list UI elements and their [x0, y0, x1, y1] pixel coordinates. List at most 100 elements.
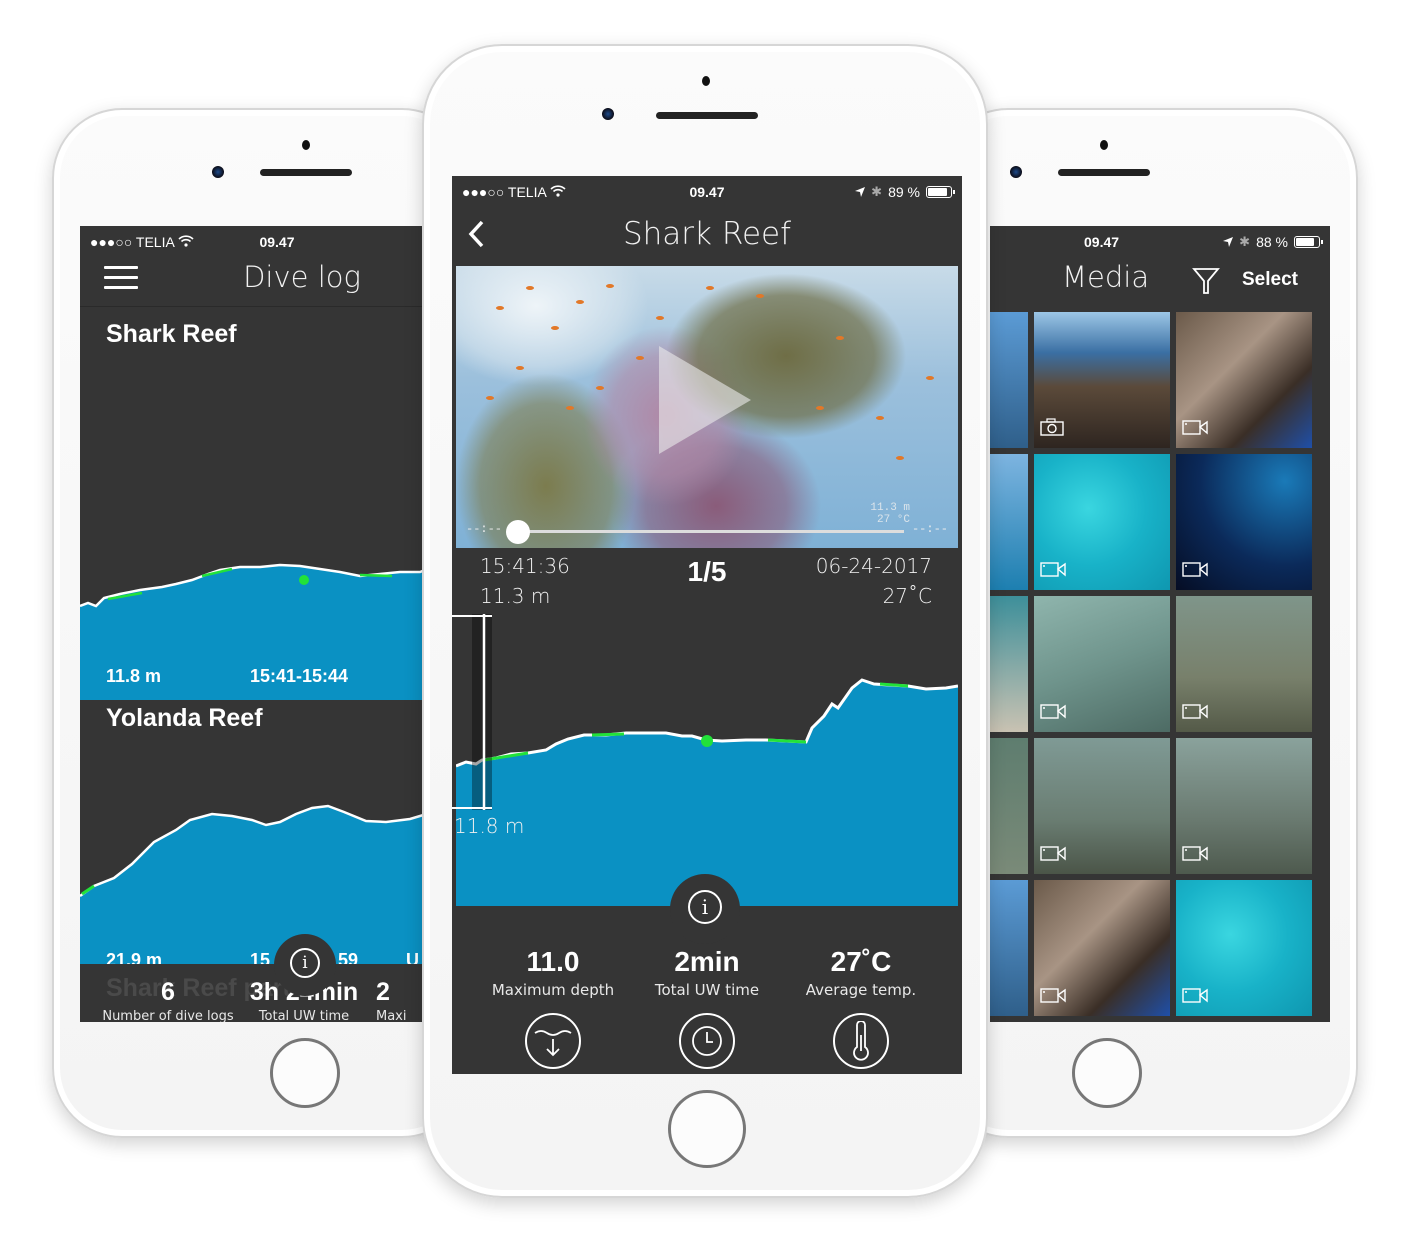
home-button[interactable]: [668, 1090, 746, 1168]
video-camera-icon: [1040, 704, 1066, 719]
status-bar: 09.47 ✱ 88 %: [990, 226, 1330, 256]
play-icon[interactable]: [659, 346, 751, 454]
fish: [756, 294, 764, 298]
info-icon: i: [688, 890, 722, 924]
media-thumbnail[interactable]: [1034, 312, 1170, 448]
fish: [876, 416, 884, 420]
battery-percent: 88 %: [1256, 234, 1288, 250]
front-camera: [602, 108, 614, 120]
depth-marker-label: 11.8 m: [454, 814, 525, 838]
media-thumbnail[interactable]: [1176, 880, 1312, 1016]
media-thumbnail[interactable]: [1176, 312, 1312, 448]
video-scrubber-handle[interactable]: [506, 520, 530, 544]
front-camera: [1010, 166, 1022, 178]
filter-icon[interactable]: [1192, 266, 1220, 296]
stat-max-depth: 11.0 Maximum depth: [468, 946, 638, 1069]
media-thumbnail-partial[interactable]: [990, 880, 1028, 1016]
clock-icon: [679, 1013, 735, 1069]
home-button[interactable]: [1072, 1038, 1142, 1108]
stat-total-uw-time: 2min Total UW time: [622, 946, 792, 1069]
phone-media: 09.47 ✱ 88 % Media Select: [938, 108, 1358, 1138]
fish: [606, 284, 614, 288]
status-bar: ●●●○○ TELIA 09.47 ✱ 89 %: [452, 176, 962, 206]
fish: [656, 316, 664, 320]
page-title: Shark Reef: [622, 216, 792, 252]
fish: [551, 326, 559, 330]
info-button[interactable]: i: [670, 874, 740, 944]
media-thumbnail-partial[interactable]: [990, 312, 1028, 448]
media-thumbnail[interactable]: [1034, 596, 1170, 732]
info-button[interactable]: i: [274, 934, 336, 996]
media-thumbnail[interactable]: [1034, 738, 1170, 874]
video-scrubber-track[interactable]: [514, 530, 904, 533]
depth-profile-chart[interactable]: [456, 606, 958, 906]
media-thumbnail-partial[interactable]: [990, 596, 1028, 732]
media-thumbnail[interactable]: [1176, 596, 1312, 732]
fish: [496, 306, 504, 310]
media-thumbnail[interactable]: [1034, 454, 1170, 590]
front-camera: [212, 166, 224, 178]
highlight-segment: [359, 573, 393, 578]
depth-cursor[interactable]: [452, 614, 496, 810]
media-thumbnail-partial[interactable]: [990, 738, 1028, 874]
status-right: ✱ 88 %: [1223, 234, 1323, 250]
video-camera-icon: [1182, 704, 1208, 719]
select-button[interactable]: Select: [1242, 269, 1298, 291]
video-camera-icon: [1182, 562, 1208, 577]
media-thumbnail[interactable]: [1176, 738, 1312, 874]
bluetooth-icon: ✱: [871, 184, 883, 199]
camera-icon: [1040, 418, 1064, 436]
home-button[interactable]: [270, 1038, 340, 1108]
proximity-sensor: [702, 76, 710, 86]
dive-log-title: Shark Reef: [106, 320, 237, 348]
fish: [816, 406, 824, 410]
header-divider: [80, 306, 474, 307]
page-title: Dive log: [243, 260, 361, 294]
clock: 09.47: [259, 234, 295, 250]
video-camera-icon: [1040, 846, 1066, 861]
dive-temperature: 27˚C: [882, 584, 932, 608]
fish: [836, 336, 844, 340]
video-camera-icon: [1040, 562, 1066, 577]
media-thumbnail[interactable]: [1034, 880, 1170, 1016]
fish: [926, 376, 934, 380]
fish: [596, 386, 604, 390]
battery-percent: 89 %: [888, 184, 920, 200]
video-camera-icon: [1040, 988, 1066, 1003]
video-camera-icon: [1182, 988, 1208, 1003]
earpiece-speaker: [1058, 169, 1150, 176]
thermometer-icon: [833, 1013, 889, 1069]
info-icon: i: [290, 948, 320, 978]
media-thumbnail-partial[interactable]: [990, 454, 1028, 590]
video-elapsed: --:--: [466, 522, 503, 536]
media-thumbnail[interactable]: [1176, 454, 1312, 590]
fish: [566, 406, 574, 410]
highlight-segment: [879, 682, 909, 688]
earpiece-speaker: [260, 169, 352, 176]
location-arrow-icon: [1223, 234, 1234, 250]
dive-detail-screen: ●●●○○ TELIA 09.47 ✱ 89 % Shark Reef 11.3…: [452, 176, 962, 1074]
phone-dive-detail: ●●●○○ TELIA 09.47 ✱ 89 % Shark Reef 11.3…: [422, 44, 988, 1198]
depth-area: [80, 804, 474, 964]
battery-icon: [926, 186, 955, 198]
phone-dive-log: ●●●○○ TELIA 09.47 Dive log Shark Reef 11…: [52, 108, 474, 1138]
fish: [706, 286, 714, 290]
fish: [636, 356, 644, 360]
max-depth-value: 11.8 m: [106, 666, 162, 686]
fish: [526, 286, 534, 290]
current-position-marker: [299, 575, 309, 585]
video-osd: 11.3 m 27 °C: [870, 502, 910, 526]
earpiece-speaker: [656, 112, 758, 119]
proximity-sensor: [1100, 140, 1108, 150]
depth-icon: [525, 1013, 581, 1069]
fish: [486, 396, 494, 400]
video-duration: --:--: [911, 522, 948, 536]
highlight-segment: [591, 732, 625, 737]
dive-log-screen: ●●●○○ TELIA 09.47 Dive log Shark Reef 11…: [80, 226, 474, 1022]
video-player[interactable]: 11.3 m 27 °C --:-- --:--: [456, 266, 958, 548]
depth-area: [456, 680, 958, 906]
time-range-value: 15:41-15:44: [250, 666, 349, 686]
battery-icon: [1294, 236, 1323, 248]
dive-date: 06-24-2017: [815, 554, 932, 578]
dive-log-title: Yolanda Reef: [106, 704, 263, 732]
